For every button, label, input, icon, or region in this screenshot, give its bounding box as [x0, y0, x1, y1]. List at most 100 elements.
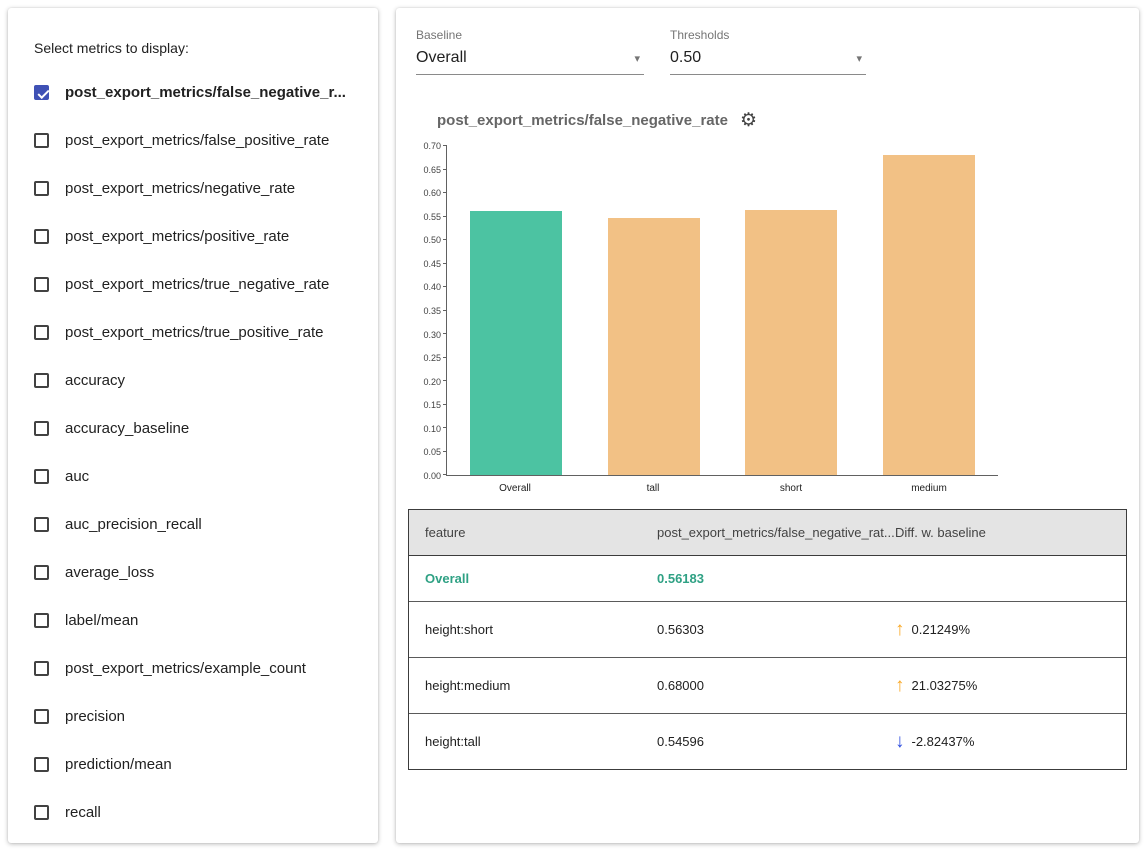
diff-value: 0.21249% [912, 622, 971, 637]
metric-list-item[interactable]: prediction/mean [34, 740, 364, 788]
metric-selector-title: Select metrics to display: [8, 8, 378, 56]
metric-checkbox[interactable] [34, 469, 49, 484]
metric-list-item[interactable]: post_export_metrics/false_positive_rate [34, 116, 364, 164]
metric-label: post_export_metrics/positive_rate [65, 228, 289, 245]
y-axis-tick-label: 0.55 [423, 212, 441, 222]
metric-checkbox[interactable] [34, 565, 49, 580]
chart-bar-medium[interactable] [883, 155, 975, 475]
bar-slot [585, 146, 723, 475]
metric-value-cell: 0.54596 [641, 716, 879, 767]
y-axis-tick-label: 0.50 [423, 235, 441, 245]
y-axis: 0.000.050.100.150.200.250.300.350.400.45… [416, 146, 446, 476]
baseline-selected-value: Overall [416, 49, 467, 67]
metric-checkbox[interactable] [34, 661, 49, 676]
thresholds-select-value-row[interactable]: 0.50 ▾ [670, 47, 866, 75]
metric-checkbox[interactable] [34, 421, 49, 436]
plot-area [446, 146, 998, 476]
metric-label: label/mean [65, 612, 138, 629]
metric-list-item[interactable]: post_export_metrics/positive_rate [34, 212, 364, 260]
metric-checkbox[interactable] [34, 277, 49, 292]
y-axis-tick-label: 0.15 [423, 400, 441, 410]
metric-label: auc [65, 468, 89, 485]
metric-checkbox[interactable] [34, 517, 49, 532]
metric-list-item[interactable]: post_export_metrics/negative_rate [34, 164, 364, 212]
y-axis-tick-label: 0.30 [423, 330, 441, 340]
settings-gear-icon[interactable]: ⚙ [740, 111, 757, 130]
metric-checkbox[interactable] [34, 373, 49, 388]
table-row[interactable]: height:tall 0.54596 ↓ -2.82437% [409, 713, 1126, 769]
y-axis-tick-label: 0.60 [423, 188, 441, 198]
metric-list-item[interactable]: accuracy [34, 356, 364, 404]
metric-list-item[interactable]: post_export_metrics/true_positive_rate [34, 308, 364, 356]
metric-list-item[interactable]: recall [34, 788, 364, 836]
table-row[interactable]: height:short 0.56303 ↑ 0.21249% [409, 601, 1126, 657]
metric-list-item[interactable]: post_export_metrics/true_negative_rate [34, 260, 364, 308]
metric-checkbox[interactable] [34, 133, 49, 148]
metric-list: post_export_metrics/false_negative_r... … [8, 68, 378, 836]
x-axis-label: medium [860, 476, 998, 494]
thresholds-select[interactable]: Thresholds 0.50 ▾ [670, 28, 866, 75]
diff-value: 21.03275% [912, 678, 978, 693]
table-header-row: feature post_export_metrics/false_negati… [409, 510, 1126, 556]
chart-bar-overall[interactable] [470, 211, 562, 475]
feature-cell: Overall [409, 556, 641, 601]
metric-list-item[interactable]: post_export_metrics/false_negative_r... [34, 68, 364, 116]
diff-cell: ↑ 0.21249% [879, 602, 1126, 657]
x-axis: Overalltallshortmedium [446, 476, 998, 494]
metric-checkbox[interactable] [34, 805, 49, 820]
metric-list-item[interactable]: precision [34, 692, 364, 740]
table-body: Overall 0.56183 height:short 0.56303 ↑ 0… [409, 556, 1126, 769]
metric-list-item[interactable]: post_export_metrics/example_count [34, 644, 364, 692]
thresholds-selected-value: 0.50 [670, 49, 701, 67]
baseline-select-value-row[interactable]: Overall ▾ [416, 47, 644, 75]
baseline-select[interactable]: Baseline Overall ▾ [416, 28, 644, 75]
table-row[interactable]: height:medium 0.68000 ↑ 21.03275% [409, 657, 1126, 713]
table-header-metric: post_export_metrics/false_negative_rat..… [641, 510, 879, 555]
bar-slot [723, 146, 861, 475]
diff-cell: ↑ 21.03275% [879, 658, 1126, 713]
metric-checkbox[interactable] [34, 613, 49, 628]
bar-slot [447, 146, 585, 475]
bar-chart: 0.000.050.100.150.200.250.300.350.400.45… [416, 146, 1139, 494]
chart-bar-short[interactable] [745, 210, 837, 475]
metric-list-item[interactable]: average_loss [34, 548, 364, 596]
metric-label: auc_precision_recall [65, 516, 202, 533]
metric-label: post_export_metrics/false_negative_r... [65, 84, 346, 101]
metrics-table: feature post_export_metrics/false_negati… [408, 509, 1127, 770]
y-axis-tick-label: 0.35 [423, 306, 441, 316]
metric-checkbox[interactable] [34, 85, 49, 100]
table-row[interactable]: Overall 0.56183 [409, 556, 1126, 601]
diff-arrow-icon: ↑ [895, 676, 905, 695]
diff-value: -2.82437% [912, 734, 975, 749]
y-axis-tick-label: 0.00 [423, 471, 441, 481]
x-axis-label: Overall [446, 476, 584, 494]
metric-label: post_export_metrics/true_positive_rate [65, 324, 323, 341]
metric-selector-panel: Select metrics to display: post_export_m… [8, 8, 378, 843]
metric-label: post_export_metrics/true_negative_rate [65, 276, 329, 293]
metric-checkbox[interactable] [34, 757, 49, 772]
chevron-down-icon[interactable]: ▾ [634, 52, 640, 65]
chevron-down-icon[interactable]: ▾ [856, 52, 862, 65]
diff-cell: ↓ -2.82437% [879, 714, 1126, 769]
x-axis-label: tall [584, 476, 722, 494]
thresholds-select-label: Thresholds [670, 28, 866, 42]
metric-list-item[interactable]: accuracy_baseline [34, 404, 364, 452]
metric-list-item[interactable]: auc [34, 452, 364, 500]
metric-checkbox[interactable] [34, 325, 49, 340]
controls-row: Baseline Overall ▾ Thresholds 0.50 ▾ [396, 8, 1139, 75]
metric-list-item[interactable]: auc_precision_recall [34, 500, 364, 548]
metric-checkbox[interactable] [34, 709, 49, 724]
bars [447, 146, 998, 475]
table-header-diff: Diff. w. baseline [879, 510, 1126, 555]
metric-label: recall [65, 804, 101, 821]
metric-list-item[interactable]: label/mean [34, 596, 364, 644]
metric-checkbox[interactable] [34, 229, 49, 244]
chart-bar-tall[interactable] [608, 218, 700, 475]
feature-cell: height:tall [409, 716, 641, 767]
metric-label: post_export_metrics/negative_rate [65, 180, 295, 197]
table-header-feature: feature [409, 510, 641, 555]
bar-slot [860, 146, 998, 475]
metric-checkbox[interactable] [34, 181, 49, 196]
chart-title: post_export_metrics/false_negative_rate [437, 112, 728, 129]
baseline-select-label: Baseline [416, 28, 644, 42]
